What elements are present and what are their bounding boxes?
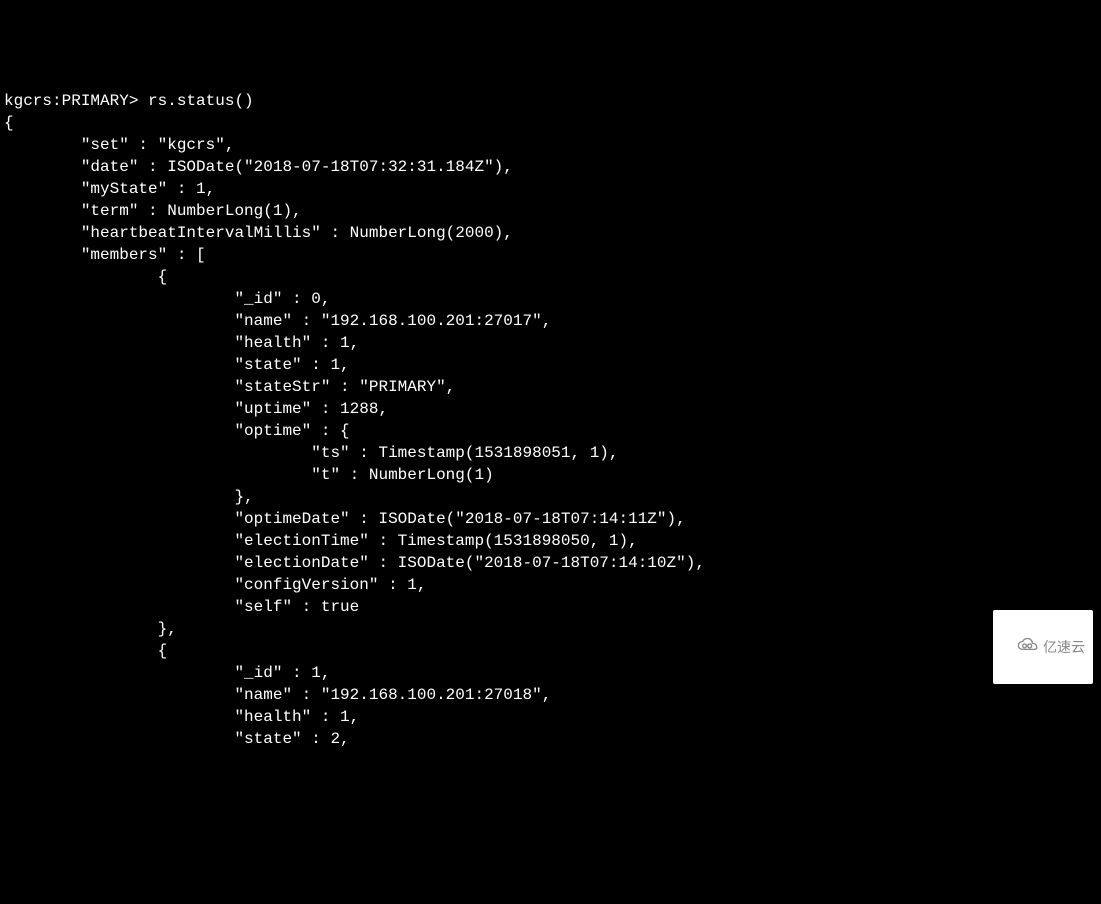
output-line: "optimeDate" : ISODate("2018-07-18T07:14… — [4, 510, 686, 528]
output-line: "name" : "192.168.100.201:27017", — [4, 312, 551, 330]
output-line: "_id" : 0, — [4, 290, 330, 308]
output-line: "health" : 1, — [4, 334, 359, 352]
output-line: "state" : 1, — [4, 356, 350, 374]
output-line: { — [4, 114, 14, 132]
output-line: "self" : true — [4, 598, 359, 616]
shell-prompt: kgcrs:PRIMARY> — [4, 92, 148, 110]
cloud-icon — [1001, 614, 1039, 680]
output-line: }, — [4, 488, 254, 506]
output-line: "ts" : Timestamp(1531898051, 1), — [4, 444, 619, 462]
output-line: "optime" : { — [4, 422, 350, 440]
output-line: "name" : "192.168.100.201:27018", — [4, 686, 551, 704]
output-line: "myState" : 1, — [4, 180, 215, 198]
output-line: "electionTime" : Timestamp(1531898050, 1… — [4, 532, 638, 550]
output-line: "term" : NumberLong(1), — [4, 202, 302, 220]
shell-command: rs.status() — [148, 92, 254, 110]
output-line: "uptime" : 1288, — [4, 400, 388, 418]
output-line: "stateStr" : "PRIMARY", — [4, 378, 455, 396]
output-line: "date" : ISODate("2018-07-18T07:32:31.18… — [4, 158, 513, 176]
output-line: "heartbeatIntervalMillis" : NumberLong(2… — [4, 224, 513, 242]
output-line: "set" : "kgcrs", — [4, 136, 234, 154]
watermark-text: 亿速云 — [1043, 636, 1085, 658]
watermark-badge: 亿速云 — [993, 610, 1093, 684]
output-line: "_id" : 1, — [4, 664, 330, 682]
output-line: "electionDate" : ISODate("2018-07-18T07:… — [4, 554, 705, 572]
output-line: "state" : 2, — [4, 730, 350, 748]
output-line: { — [4, 642, 167, 660]
output-line: "members" : [ — [4, 246, 206, 264]
output-line: }, — [4, 620, 177, 638]
output-line: "health" : 1, — [4, 708, 359, 726]
terminal-output[interactable]: kgcrs:PRIMARY> rs.status() { "set" : "kg… — [4, 90, 1097, 750]
output-line: "t" : NumberLong(1) — [4, 466, 494, 484]
output-line: { — [4, 268, 167, 286]
output-line: "configVersion" : 1, — [4, 576, 426, 594]
